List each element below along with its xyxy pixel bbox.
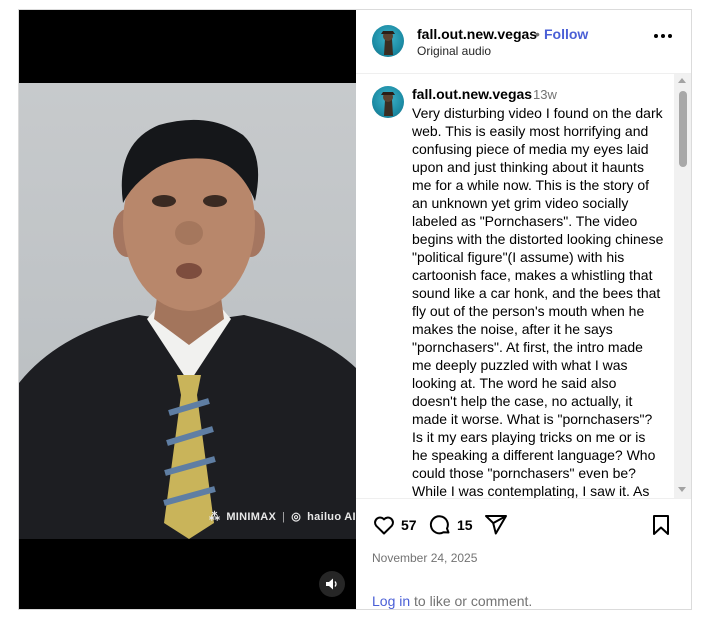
header-separator: •	[535, 26, 540, 42]
login-prompt-text: to like or comment.	[410, 593, 533, 609]
post-header: fall.out.new.vegas • Follow Original aud…	[356, 10, 691, 74]
post-actions: 57 15 November 24, 2025 Log in to like o…	[356, 498, 691, 610]
more-icon[interactable]	[654, 34, 672, 38]
login-prompt: Log in to like or comment.	[372, 593, 532, 609]
share-button[interactable]	[484, 513, 508, 537]
video-player[interactable]: ⁂ MINIMAX | ◎ hailuo AI	[19, 10, 356, 609]
avatar[interactable]	[372, 25, 404, 57]
share-icon	[485, 515, 507, 535]
avatar-image	[381, 31, 395, 55]
save-button[interactable]	[650, 513, 672, 537]
avatar[interactable]	[372, 86, 404, 118]
speaker-icon	[326, 578, 337, 590]
post-side-panel: fall.out.new.vegas • Follow Original aud…	[356, 10, 691, 609]
heart-icon	[374, 516, 394, 535]
video-still	[19, 119, 356, 539]
minimax-logo-icon: ⁂	[209, 511, 221, 523]
caption-timestamp[interactable]: 13w	[533, 87, 557, 102]
bookmark-icon	[653, 515, 669, 535]
like-count: 57	[401, 517, 417, 533]
caption-text: Very disturbing video I found on the dar…	[412, 105, 664, 498]
watermark-brand-2: hailuo AI	[307, 510, 356, 523]
comment-button[interactable]: 15	[428, 513, 473, 537]
scroll-up-arrow-icon[interactable]	[678, 78, 686, 83]
comment-icon	[429, 515, 450, 535]
watermark-brand-1: MINIMAX	[226, 510, 277, 523]
post-card: ⁂ MINIMAX | ◎ hailuo AI fall.out.new.veg…	[18, 9, 692, 610]
caption-scrollbar[interactable]	[674, 74, 691, 498]
original-audio-link[interactable]: Original audio	[417, 44, 491, 58]
video-frame[interactable]	[19, 83, 356, 539]
audio-toggle-button[interactable]	[319, 571, 345, 597]
watermark-separator: |	[282, 510, 286, 523]
scrollbar-thumb[interactable]	[679, 91, 687, 167]
video-watermark: ⁂ MINIMAX | ◎ hailuo AI	[209, 510, 356, 524]
caption-area: fall.out.new.vegas 13w Very disturbing v…	[356, 74, 691, 498]
login-link[interactable]: Log in	[372, 593, 410, 609]
post-date[interactable]: November 24, 2025	[372, 551, 477, 565]
like-button[interactable]: 57	[372, 513, 417, 537]
follow-button[interactable]: Follow	[544, 26, 588, 42]
hailuo-logo-icon: ◎	[291, 511, 302, 523]
caption-username[interactable]: fall.out.new.vegas	[412, 86, 532, 102]
header-username[interactable]: fall.out.new.vegas	[417, 26, 537, 42]
scroll-down-arrow-icon[interactable]	[678, 487, 686, 492]
avatar-image	[381, 92, 395, 116]
comment-count: 15	[457, 517, 473, 533]
